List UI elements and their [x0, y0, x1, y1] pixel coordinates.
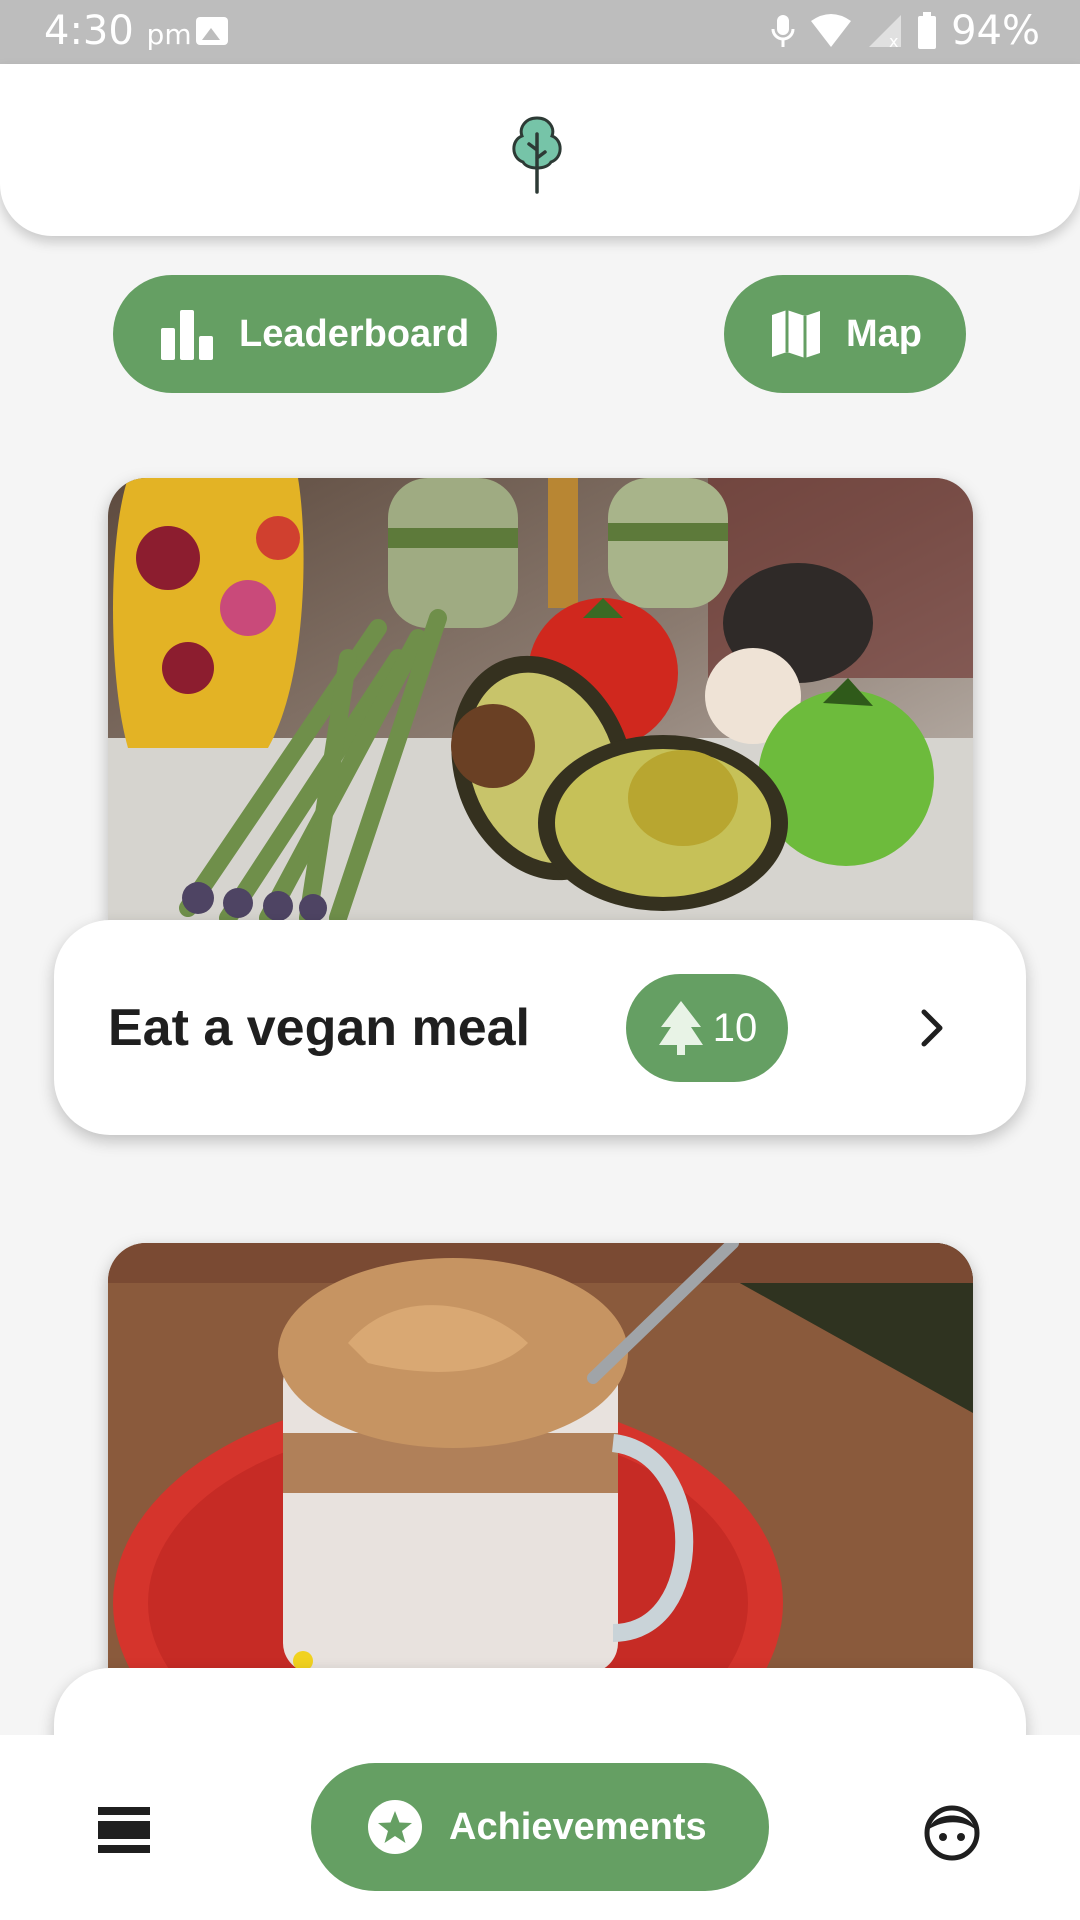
wifi-icon [811, 14, 852, 47]
map-label: Map [846, 312, 922, 355]
challenge-image-vegetables[interactable] [108, 478, 973, 920]
bar-chart-icon [161, 310, 213, 360]
challenge-image-coffee[interactable] [108, 1243, 973, 1668]
vegetables-photo [108, 478, 973, 920]
leaderboard-label: Leaderboard [239, 312, 470, 355]
points-badge: 10 [626, 974, 788, 1082]
list-view-icon[interactable] [98, 1805, 150, 1857]
dalgona-coffee-photo [108, 1243, 973, 1668]
status-time-suffix: pm [146, 18, 192, 51]
achievements-label: Achievements [449, 1805, 707, 1848]
profile-face-icon[interactable] [924, 1805, 980, 1861]
battery-icon [918, 12, 937, 49]
microphone-icon [771, 15, 795, 47]
battery-percent: 94% [951, 8, 1040, 54]
status-icons: x 94% [771, 8, 1040, 54]
image-notification-icon [196, 17, 228, 45]
leaderboard-button[interactable]: Leaderboard [113, 275, 497, 393]
app-header [0, 64, 1080, 236]
bottom-navigation: Achievements [0, 1735, 1080, 1920]
star-icon [368, 1800, 422, 1854]
challenge-card[interactable]: Eat a vegan meal 10 [54, 920, 1026, 1135]
signal-icon: x [869, 15, 902, 49]
svg-text:x: x [889, 32, 898, 49]
status-time: 4:30 pm [44, 8, 192, 54]
achievements-button[interactable]: Achievements [311, 1763, 769, 1891]
challenge-title: Eat a vegan meal [108, 999, 530, 1057]
map-button[interactable]: Map [724, 275, 966, 393]
tree-icon [512, 116, 562, 194]
tree-icon [658, 1001, 703, 1055]
chevron-right-icon[interactable] [920, 1008, 944, 1048]
points-value: 10 [712, 1005, 758, 1050]
status-time-value: 4:30 [44, 8, 134, 54]
status-bar: 4:30 pm x 94% [0, 0, 1080, 64]
map-icon [772, 310, 820, 358]
